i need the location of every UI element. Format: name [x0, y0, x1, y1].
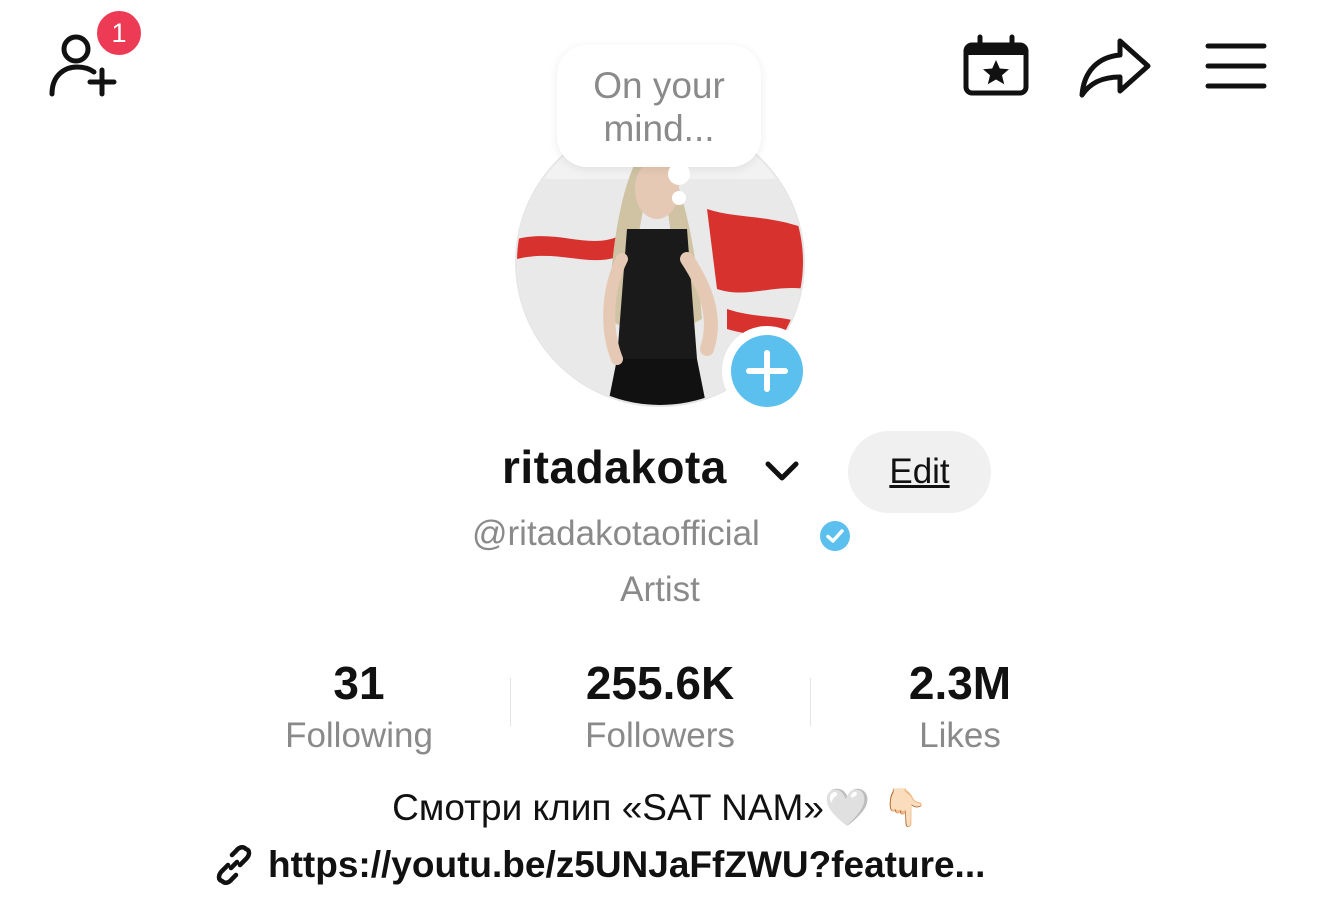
add-story-button[interactable] — [722, 326, 812, 416]
plus-icon — [746, 350, 788, 392]
bio-text: Смотри клип «SAT NAM» — [392, 787, 824, 828]
verified-check-icon — [820, 521, 850, 551]
chevron-down-icon[interactable] — [764, 458, 800, 486]
stat-likes[interactable]: 2.3M Likes — [830, 655, 1090, 761]
stat-value: 255.6K — [585, 657, 735, 709]
stat-label: Following — [285, 716, 433, 755]
link-text[interactable]: https://youtu.be/z5UNJaFfZWU?feature... — [268, 844, 985, 886]
notification-badge: 1 — [94, 8, 144, 58]
profile-page: 1 On your mind... ritadakota Edit @ritad… — [0, 0, 1320, 921]
share-button[interactable] — [1078, 35, 1152, 99]
bubble-tail-dot — [668, 163, 690, 185]
username[interactable]: ritadakota — [502, 440, 727, 494]
link-icon — [216, 845, 252, 885]
profile-bio: Смотри клип «SAT NAM»🤍 👇🏻 — [0, 786, 1320, 830]
profile-link[interactable]: https://youtu.be/z5UNJaFfZWU?feature... — [212, 843, 985, 887]
share-arrow-icon — [1079, 38, 1151, 98]
stat-divider — [810, 678, 811, 726]
hamburger-menu-icon — [1205, 43, 1267, 89]
stat-following[interactable]: 31 Following — [229, 655, 489, 761]
stat-label: Followers — [585, 716, 735, 755]
edit-profile-button[interactable]: Edit — [848, 431, 991, 513]
thought-bubble[interactable]: On your mind... — [557, 45, 761, 167]
calendar-star-icon — [963, 34, 1029, 96]
stat-value: 31 — [333, 657, 385, 709]
menu-button[interactable] — [1204, 40, 1268, 92]
stat-label: Likes — [919, 716, 1001, 755]
profile-handle: @ritadakotaofficial — [472, 514, 760, 553]
bio-emoji: 🤍 👇🏻 — [823, 786, 928, 829]
stat-followers[interactable]: 255.6K Followers — [530, 655, 790, 761]
stat-value: 2.3M — [908, 657, 1012, 709]
stat-divider — [510, 678, 511, 726]
bubble-tail-dot-small — [672, 191, 686, 205]
profile-category: Artist — [620, 570, 700, 609]
calendar-button[interactable] — [960, 33, 1032, 99]
